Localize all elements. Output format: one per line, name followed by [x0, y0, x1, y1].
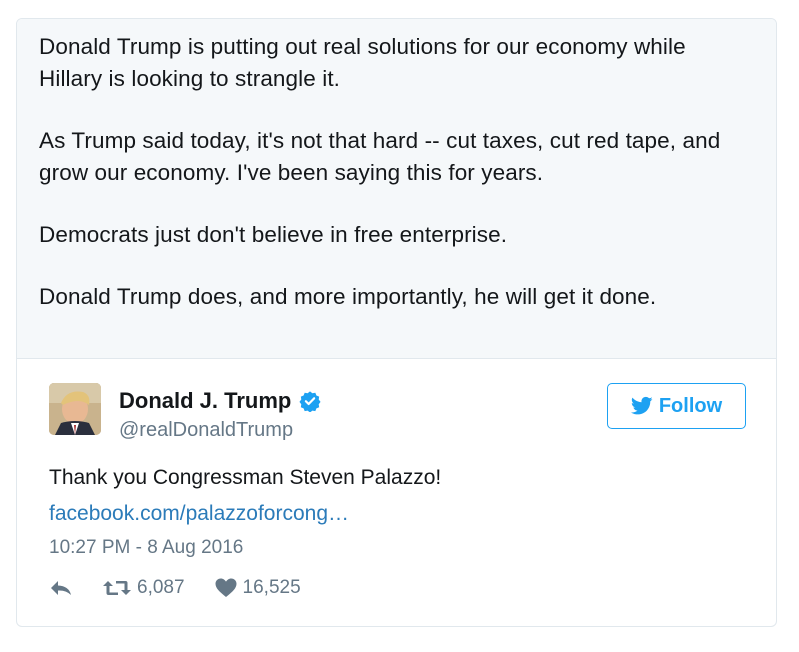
avatar[interactable]	[49, 383, 101, 435]
quoted-paragraph: Democrats just don't believe in free ent…	[39, 222, 508, 247]
tweet-text: Thank you Congressman Steven Palazzo!	[49, 466, 442, 489]
like-count: 16,525	[242, 577, 301, 598]
reply-button[interactable]	[49, 578, 73, 598]
retweet-button[interactable]: 6,087	[103, 577, 185, 599]
tweet-link[interactable]: facebook.com/palazzoforcong…	[49, 499, 349, 529]
verified-badge-icon	[299, 391, 321, 412]
quoted-text-panel: Donald Trump is putting out real solutio…	[17, 19, 776, 359]
tweet-author[interactable]: Donald J. Trump @realDonaldTrump	[49, 383, 321, 443]
reply-icon	[51, 581, 71, 595]
heart-icon	[215, 578, 237, 597]
quoted-paragraph: Donald Trump is putting out real solutio…	[39, 34, 686, 91]
tweet-card: Donald Trump is putting out real solutio…	[16, 18, 777, 627]
user-handle[interactable]: @realDonaldTrump	[119, 417, 321, 443]
retweet-count: 6,087	[137, 577, 185, 598]
tweet-timestamp[interactable]: 10:27 PM - 8 Aug 2016	[49, 535, 243, 561]
display-name[interactable]: Donald J. Trump	[119, 387, 291, 415]
tweet-actions: 6,087 16,525	[49, 577, 301, 599]
follow-label: Follow	[658, 394, 723, 417]
quoted-paragraph: Donald Trump does, and more importantly,…	[39, 284, 657, 309]
quoted-paragraph: As Trump said today, it's not that hard …	[39, 128, 721, 185]
follow-button[interactable]: Follow	[607, 383, 746, 429]
retweet-icon	[103, 581, 131, 595]
like-button[interactable]: 16,525	[215, 577, 301, 599]
twitter-bird-icon	[630, 396, 653, 415]
